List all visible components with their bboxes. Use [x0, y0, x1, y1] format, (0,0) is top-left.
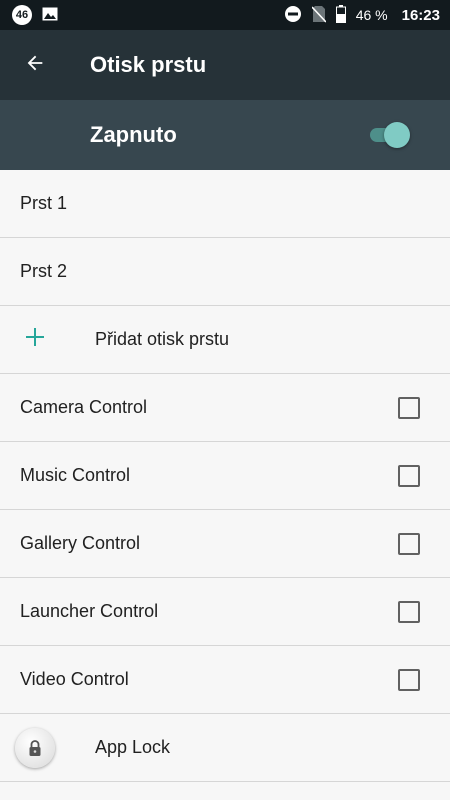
video-control-checkbox[interactable] — [398, 668, 420, 691]
control-label: Video Control — [20, 669, 129, 689]
control-label: Launcher Control — [20, 601, 159, 621]
back-button[interactable] — [0, 52, 70, 79]
control-label: Camera Control — [20, 397, 148, 417]
gallery-control-checkbox[interactable] — [398, 532, 420, 555]
app-lock-label: App Lock — [95, 737, 171, 757]
fingerprint-item-2[interactable]: Prst 2 — [0, 238, 450, 306]
clock: 16:23 — [401, 6, 440, 24]
camera-control-checkbox[interactable] — [398, 396, 420, 419]
battery-icon — [335, 4, 346, 26]
no-sim-icon — [311, 5, 327, 26]
status-bar: 46 46 % 16:23 — [0, 0, 450, 30]
add-fingerprint-label: Přidat otisk prstu — [95, 329, 230, 349]
launcher-control-item[interactable]: Launcher Control — [0, 578, 450, 646]
fingerprint-label: Prst 1 — [20, 193, 68, 213]
master-switch-label: Zapnuto — [90, 122, 177, 147]
master-toggle[interactable] — [370, 122, 410, 148]
settings-list: Prst 1 Prst 2 Přidat otisk prstu Camera … — [0, 170, 450, 782]
camera-control-item[interactable]: Camera Control — [0, 374, 450, 442]
add-fingerprint-button[interactable]: Přidat otisk prstu — [0, 306, 450, 374]
app-bar: Otisk prstu — [0, 30, 450, 100]
lock-icon — [15, 727, 55, 768]
launcher-control-checkbox[interactable] — [398, 600, 420, 623]
arrow-back-icon — [24, 52, 46, 79]
control-label: Gallery Control — [20, 533, 141, 553]
master-switch-bar[interactable]: Zapnuto — [0, 100, 450, 170]
battery-percent: 46 % — [355, 7, 388, 23]
app-lock-item[interactable]: App Lock — [0, 714, 450, 782]
fingerprint-item-1[interactable]: Prst 1 — [0, 170, 450, 238]
control-label: Music Control — [20, 465, 131, 485]
do-not-disturb-icon — [284, 5, 302, 26]
fingerprint-label: Prst 2 — [20, 261, 68, 281]
video-control-item[interactable]: Video Control — [0, 646, 450, 714]
image-icon — [42, 7, 58, 24]
plus-icon — [25, 327, 45, 352]
toggle-thumb — [384, 122, 410, 148]
page-title: Otisk prstu — [90, 52, 207, 77]
gallery-control-item[interactable]: Gallery Control — [0, 510, 450, 578]
music-control-item[interactable]: Music Control — [0, 442, 450, 510]
music-control-checkbox[interactable] — [398, 464, 420, 487]
network-badge: 46 — [12, 5, 32, 25]
